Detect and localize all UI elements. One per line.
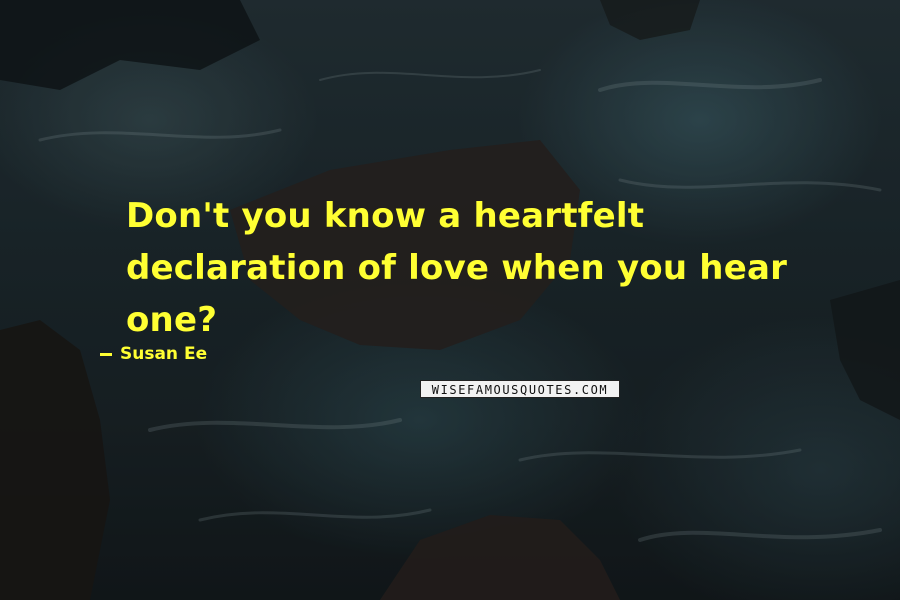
author-dash <box>100 352 112 356</box>
author-name: Susan Ee <box>120 344 208 364</box>
author-line: Susan Ee <box>100 344 207 364</box>
quote-text: Don't you know a heartfelt declaration o… <box>126 196 788 340</box>
quote-image: Don't you know a heartfelt declaration o… <box>0 0 900 600</box>
site-watermark: WISEFAMOUSQUOTES.COM <box>420 380 620 398</box>
